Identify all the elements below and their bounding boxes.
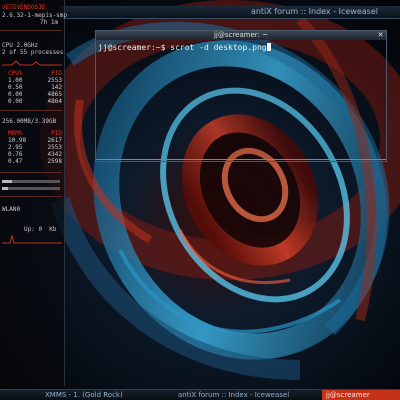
- mem-value: 2.95: [8, 144, 23, 151]
- mem-table-row: 0.47 2598: [8, 158, 62, 165]
- mem-value: 0.47: [8, 158, 23, 165]
- cursor: [266, 43, 271, 51]
- terminal-command-line[interactable]: jj@screamer:~$ scrot -d desktop.png: [98, 43, 271, 52]
- conky-cpu-graph: [2, 60, 62, 66]
- desktop: antiX forum :: Index - Iceweasel VETEVEN…: [0, 0, 400, 400]
- cpu-table-row: 0.00 4864: [8, 98, 62, 105]
- close-icon[interactable]: ✕: [377, 32, 384, 39]
- taskbar-item-iceweasel[interactable]: antiX forum :: Index - Iceweasel: [178, 390, 313, 400]
- conky-net-graph: [2, 234, 62, 244]
- mem-value: 0.76: [8, 151, 23, 158]
- conky-divider: [0, 110, 62, 111]
- pid-value: 2553: [47, 77, 62, 84]
- cpu-value: 1.00: [8, 77, 23, 84]
- browser-titlebar[interactable]: antiX forum :: Index - Iceweasel: [60, 6, 400, 19]
- mem-value: 10.98: [8, 137, 27, 144]
- terminal-bottom-border: [96, 159, 386, 160]
- mem-table-row: 2.95 2553: [8, 144, 62, 151]
- pid-value: 142: [51, 84, 62, 91]
- cpu-value: 0.00: [8, 91, 23, 98]
- pid-value: 4865: [47, 91, 62, 98]
- conky-divider: [0, 196, 62, 197]
- conky-divider: [0, 30, 62, 31]
- cpu-value: 0.00: [8, 98, 23, 105]
- conky-swap-bar-fill: [2, 187, 8, 190]
- mem-table-row: 10.98 2617: [8, 137, 62, 144]
- conky-processes: 2 of 55 processes: [2, 49, 64, 56]
- conky-monitor: VETEVENDOSJE 2.6.32-1-mepis-smp 7h 1m CP…: [0, 0, 68, 386]
- terminal-command: scrot -d desktop.png: [170, 43, 267, 52]
- conky-kernel: 2.6.32-1-mepis-smp: [2, 12, 68, 19]
- conky-cpu-table: CPU% PID 1.00 2553 0.50 142 0.00 4865 0.…: [8, 70, 62, 105]
- cpu-value: 0.50: [8, 84, 23, 91]
- terminal-window[interactable]: jj@screamer: ~ ✕ jj@screamer:~$ scrot -d…: [95, 30, 387, 162]
- taskbar-item-terminal[interactable]: jj@screamer: [322, 390, 400, 400]
- conky-mem-table: MEM% PID 10.98 2617 2.95 2553 0.76 4342 …: [8, 130, 62, 165]
- conky-hostname: VETEVENDOSJE: [2, 4, 46, 11]
- conky-net-label: WLAN0: [2, 206, 21, 213]
- mem-table-row: 0.76 4342: [8, 151, 62, 158]
- pid-header: PID: [51, 70, 62, 77]
- cpu-table-row: 1.00 2553: [8, 77, 62, 84]
- browser-title: antiX forum :: Index - Iceweasel: [250, 7, 378, 16]
- cpu-table-row: 0.00 4865: [8, 91, 62, 98]
- conky-disk-bar-fill: [2, 180, 12, 183]
- cpu-table-header: CPU% PID: [8, 70, 62, 77]
- pid-header: PID: [51, 130, 62, 137]
- cpu-header: CPU%: [8, 70, 23, 77]
- pid-value: 2598: [47, 158, 62, 165]
- terminal-titlebar[interactable]: jj@screamer: ~ ✕: [96, 31, 386, 40]
- conky-uptime: 7h 1m: [40, 19, 59, 26]
- taskbar: XMMS - 1. (Gold Rock) antiX forum :: Ind…: [0, 389, 400, 400]
- pid-value: 4342: [47, 151, 62, 158]
- conky-swap-bar: [2, 187, 60, 190]
- taskbar-item-xmms[interactable]: XMMS - 1. (Gold Rock): [45, 390, 170, 400]
- conky-divider: [0, 172, 62, 173]
- terminal-title: jj@screamer: ~: [213, 31, 269, 39]
- conky-memory-line: 256.00MB/3.39GB: [2, 118, 57, 125]
- pid-value: 2553: [47, 144, 62, 151]
- terminal-prompt: jj@screamer:~$: [98, 43, 171, 52]
- pid-value: 2617: [47, 137, 62, 144]
- conky-net-sub: Up: 0 Kb: [24, 226, 57, 233]
- pid-value: 4864: [47, 98, 62, 105]
- mem-header: MEM%: [8, 130, 23, 137]
- mem-table-header: MEM% PID: [8, 130, 62, 137]
- cpu-table-row: 0.50 142: [8, 84, 62, 91]
- conky-cpu-line: CPU 2.0GHz: [2, 42, 39, 49]
